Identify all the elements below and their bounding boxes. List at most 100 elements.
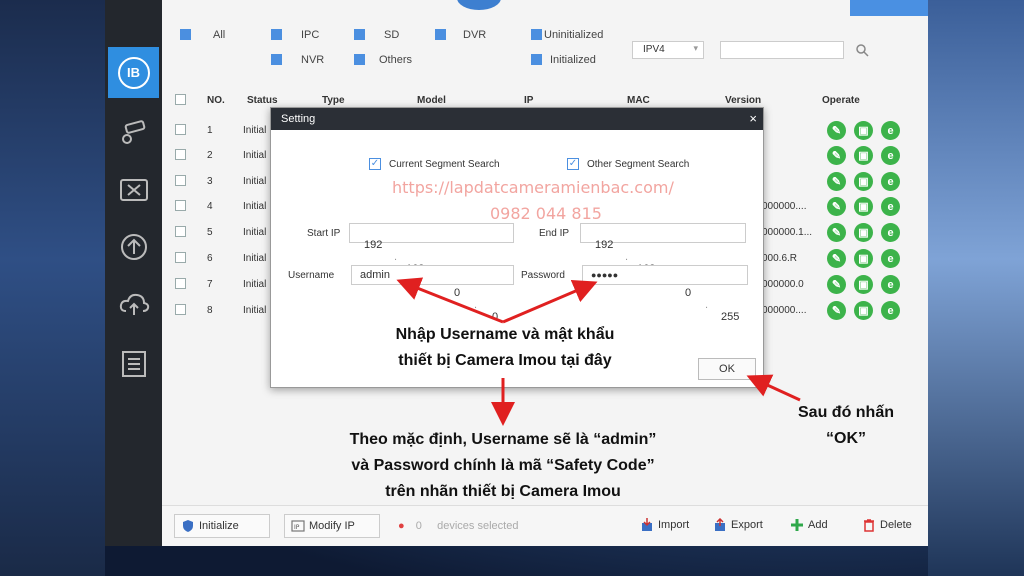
modify-ip-button[interactable]: IP Modify IP [284,514,380,538]
filter-initialized-label: Initialized [550,54,596,66]
ip-dot: . [394,251,398,263]
password-field[interactable]: ●●●●● [582,265,748,285]
edit-icon[interactable]: ✎ [827,146,846,165]
details-icon[interactable]: e [881,121,900,140]
end-ip-label: End IP [539,228,570,239]
annotation-bottom-line2: và Password chính là mã “Safety Code” [351,457,655,474]
filter-ipc-checkbox[interactable] [271,29,282,40]
annotation-center: Nhập Username và mật khẩu thiết bị Camer… [340,322,670,374]
row-status: Initial [243,279,267,290]
edit-icon[interactable]: ✎ [827,223,846,242]
filter-nvr-checkbox[interactable] [271,54,282,65]
select-all-checkbox[interactable] [175,94,186,105]
edit-icon[interactable]: ✎ [827,275,846,294]
upgrade-icon[interactable] [117,230,151,264]
row-no: 7 [207,279,213,290]
row-status: Initial [243,305,267,316]
row-checkbox[interactable] [175,200,186,211]
details-icon[interactable]: e [881,223,900,242]
device-web-icon[interactable]: ▣ [854,121,873,140]
device-web-icon[interactable]: ▣ [854,146,873,165]
details-icon[interactable]: e [881,197,900,216]
plus-icon [791,519,803,531]
col-mac: MAC [627,95,650,106]
app-logo[interactable]: IB [108,47,159,98]
end-ip-field[interactable]: 192 . 168 . 0 . 255 [580,223,746,323]
details-icon[interactable]: e [881,301,900,320]
row-version: 000000.0 [762,279,804,290]
export-label: Export [731,519,763,531]
edit-icon[interactable]: ✎ [827,197,846,216]
annotation-bottom-line3: trên nhãn thiết bị Camera Imou [385,483,621,500]
filter-sd-checkbox[interactable] [354,29,365,40]
row-status: Initial [243,253,267,264]
search-input[interactable] [720,41,844,59]
start-ip-field[interactable]: 192 . 168 . 0 . 0 [349,223,514,323]
tools-icon[interactable] [117,174,151,208]
device-web-icon[interactable]: ▣ [854,223,873,242]
initialize-label: Initialize [199,520,239,532]
col-operate: Operate [822,95,860,106]
filter-initialized-checkbox[interactable] [531,54,542,65]
edit-icon[interactable]: ✎ [827,172,846,191]
annotation-center-line1: Nhập Username và mật khẩu [395,326,615,343]
row-checkbox[interactable] [175,175,186,186]
row-no: 1 [207,125,213,136]
col-type: Type [322,95,345,106]
username-field[interactable]: admin [351,265,514,285]
device-web-icon[interactable]: ▣ [854,249,873,268]
ok-button[interactable]: OK [698,358,756,380]
device-web-icon[interactable]: ▣ [854,172,873,191]
filter-others-checkbox[interactable] [354,54,365,65]
trash-icon [864,519,874,532]
edit-icon[interactable]: ✎ [827,301,846,320]
other-segment-checkbox[interactable]: ✓ [567,158,579,170]
current-segment-checkbox[interactable]: ✓ [369,158,381,170]
cloud-upload-icon[interactable] [117,287,151,321]
document-list-icon[interactable] [117,347,151,381]
camera-settings-icon[interactable] [117,116,151,150]
start-ip-label: Start IP [307,228,341,239]
shield-icon [183,520,193,532]
details-icon[interactable]: e [881,275,900,294]
device-web-icon[interactable]: ▣ [854,197,873,216]
add-button[interactable]: Add [790,519,828,531]
background-right [928,0,1024,576]
filter-all-checkbox[interactable] [180,29,191,40]
delete-button[interactable]: Delete [862,519,912,532]
filter-dvr-label: DVR [463,29,487,41]
row-checkbox[interactable] [175,278,186,289]
initialize-button[interactable]: Initialize [174,514,270,538]
row-checkbox[interactable] [175,226,186,237]
row-no: 3 [207,176,213,187]
start-ip-octet: 192 [364,239,383,251]
top-right-button[interactable] [850,0,928,16]
row-no: 4 [207,201,213,212]
edit-icon[interactable]: ✎ [827,249,846,268]
ip-version-select[interactable]: IPV4 ▾ [632,41,704,59]
filter-dvr-checkbox[interactable] [435,29,446,40]
filter-uninitialized-checkbox[interactable] [531,29,542,40]
end-ip-octet: 255 [721,311,740,323]
row-checkbox[interactable] [175,149,186,160]
start-ip-octet: 0 [454,287,461,299]
details-icon[interactable]: e [881,146,900,165]
export-icon [715,518,725,531]
import-button[interactable]: Import [640,518,690,531]
details-icon[interactable]: e [881,249,900,268]
search-icon[interactable] [855,43,869,57]
edit-icon[interactable]: ✎ [827,121,846,140]
row-no: 6 [207,253,213,264]
close-icon[interactable]: × [749,111,757,126]
import-label: Import [658,519,690,531]
row-checkbox[interactable] [175,124,186,135]
export-button[interactable]: Export [713,518,763,531]
filter-nvr-label: NVR [301,54,325,66]
ip-dot: . [625,251,629,263]
row-checkbox[interactable] [175,252,186,263]
device-web-icon[interactable]: ▣ [854,275,873,294]
annotation-bottom-line1: Theo mặc định, Username sẽ là “admin” [349,431,657,448]
row-checkbox[interactable] [175,304,186,315]
details-icon[interactable]: e [881,172,900,191]
device-web-icon[interactable]: ▣ [854,301,873,320]
